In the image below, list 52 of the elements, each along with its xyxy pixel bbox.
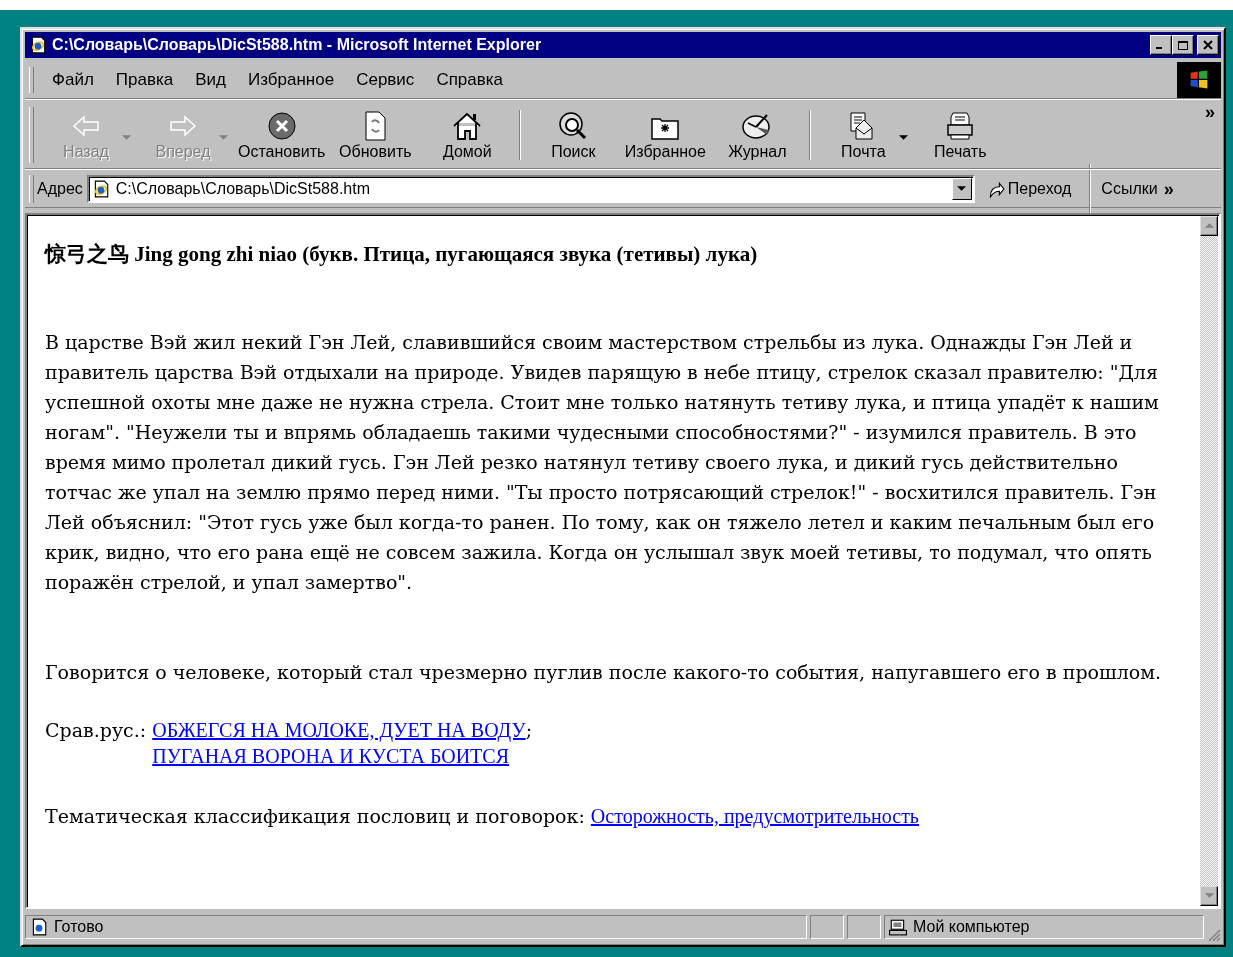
stop-icon	[265, 109, 298, 142]
scroll-up-icon[interactable]	[1204, 223, 1214, 229]
paragraph: В царстве Вэй жил некий Гэн Лей, славившийся своим мастерством стрельбы из лука. Однажды Гэн Лей и правитель царства Вэй отдыхали на природе. Увидев парящую в небе птицу, стрелок сказал правителю: "Для успешной охоты мне даже не нужна стрела. Стоит мне только натянуть тетиву лука, и птица упадёт к нашим ногам". "Неужели ты и впрямь обладаешь такими чудесными способностями?" - изумился правитель. В это время мимо пролетал дикий гусь. Гэн Лей резко натянул тетиву своего лука, и дикий гусь действительно тотчас же упал на землю прямо перед ними. "Ты просто потрясающий стрелок!" - восхитился правитель. Гэн Лей объяснил: "Этот гусь уже был когда-то ранен. По тому, как он тяжело летел и каким печальным был его крик, видно, что его рана ещё не совсем зажила. Когда он услышал звук моей тетивы, то подумал, что опять поражён стрелой, и упал замертво".	[45, 330, 1160, 595]
links-button[interactable]: Ссылки	[1097, 180, 1160, 198]
toolbar-button[interactable]: Почта	[817, 107, 910, 163]
toolbar-button[interactable]: Остановить	[234, 107, 330, 163]
maximize-button[interactable]	[1172, 35, 1194, 55]
caret-icon	[957, 186, 967, 192]
status-pane	[847, 915, 881, 939]
separator-text: ;	[525, 719, 533, 741]
scroll-down-icon[interactable]	[1204, 893, 1214, 899]
close-button[interactable]	[1197, 35, 1219, 55]
menu-item[interactable]: Файл	[42, 68, 104, 92]
dropdown-arrow-icon[interactable]	[899, 135, 909, 141]
toolbar-button[interactable]: Журнал	[711, 107, 804, 163]
computer-icon	[889, 918, 907, 936]
entry-heading: 惊弓之鸟 Jing gong zhi niao (букв. Птица, пугающаяся звука (тетивы) лука)	[45, 241, 759, 268]
compare-label: Срав.рус.:	[45, 718, 147, 743]
go-button[interactable]: Переход	[974, 180, 1084, 198]
more-chevron[interactable]: »	[1163, 178, 1174, 200]
zone-text: Мой компьютер	[913, 918, 1030, 936]
close-icon	[1202, 40, 1214, 50]
menu-item[interactable]: Правка	[105, 68, 184, 92]
menu-item[interactable]: Справка	[426, 68, 514, 92]
menu-item[interactable]: Избранное	[238, 68, 345, 92]
page-icon	[30, 918, 48, 936]
minimize-icon	[1156, 47, 1162, 49]
menu-item[interactable]: Сервис	[346, 68, 425, 92]
theme-label: Тематическая классификация пословиц и поговорок:	[45, 804, 585, 829]
paragraph: Говорится о человеке, который стал чрезмерно пуглив после какого-то события, напугавшего его в прошлом.	[45, 660, 1162, 685]
proverb-link[interactable]: ОБЖЕГСЯ НА МОЛОКЕ, ДУЕТ НА ВОДУ	[152, 719, 526, 741]
theme-link[interactable]: Осторожность, предусмотрительность	[590, 801, 919, 831]
windows-logo-icon	[1177, 62, 1221, 98]
maximize-icon	[1177, 40, 1189, 50]
address-field[interactable]: C:\Словарь\Словарь\DicSt588.htm	[86, 175, 975, 203]
browser-icon	[29, 36, 47, 54]
toolbar-button[interactable]: Печать	[914, 107, 1007, 163]
toolbar-button[interactable]: Домой	[421, 107, 514, 163]
dropdown-button[interactable]	[951, 178, 972, 200]
menu-item[interactable]: Вид	[185, 68, 236, 92]
toolbar-button[interactable]: Избранное	[619, 107, 712, 163]
toolbar-button[interactable]: Обновить	[329, 107, 422, 163]
status-pane	[810, 915, 844, 939]
toolbar-button[interactable]: Поиск	[527, 107, 620, 163]
more-chevron[interactable]: »	[1205, 102, 1215, 123]
resize-grip-icon[interactable]	[1207, 928, 1221, 942]
minimize-button[interactable]	[1150, 35, 1172, 55]
proverb-link[interactable]: ПУГАНАЯ ВОРОНА И КУСТА БОИТСЯ	[152, 745, 510, 767]
address-label: Адрес	[37, 180, 83, 198]
window-title: C:\Словарь\Словарь\DicSt588.htm - Microsoft Internet Explorer	[52, 36, 543, 54]
vertical-scrollbar[interactable]	[1200, 216, 1218, 906]
status-text: Готово	[54, 918, 104, 936]
